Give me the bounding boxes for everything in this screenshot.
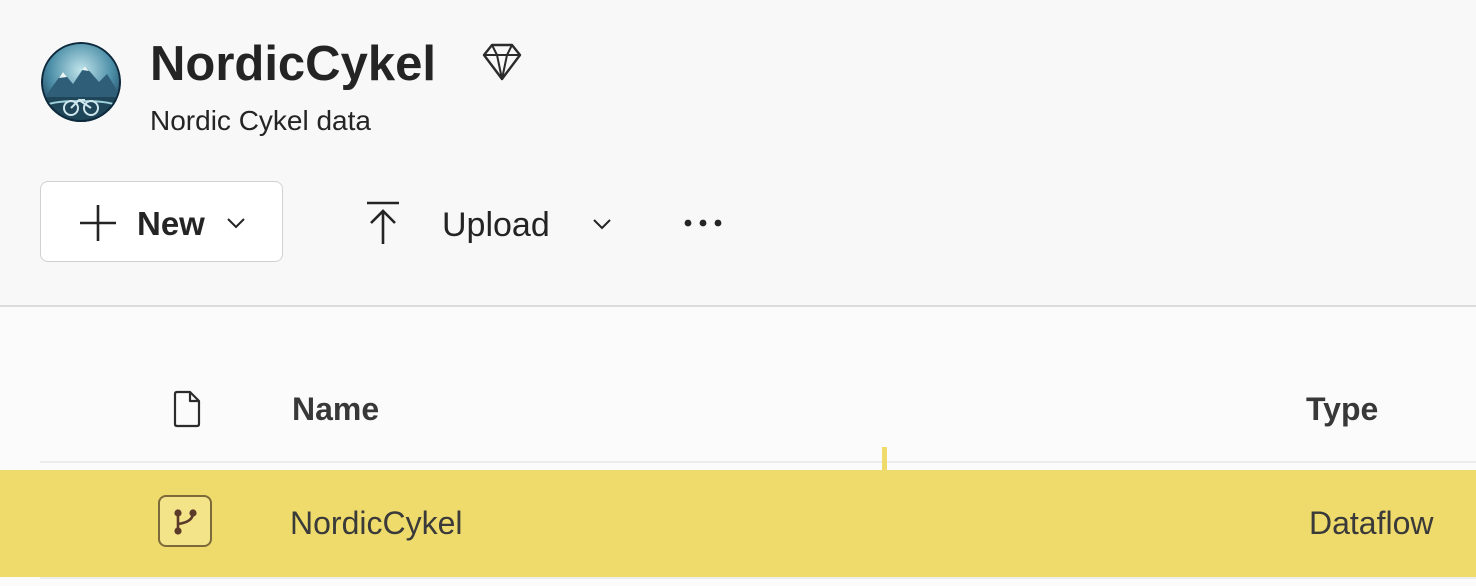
dataflow-icon <box>158 495 212 547</box>
column-header-name[interactable]: Name <box>292 389 379 429</box>
chevron-down-icon <box>591 213 613 235</box>
upload-button[interactable]: Upload <box>350 190 630 260</box>
diamond-icon[interactable] <box>480 42 524 82</box>
table-header-divider <box>40 461 1476 463</box>
upload-icon <box>365 200 401 246</box>
row-item-type: Dataflow <box>1309 505 1434 541</box>
new-button[interactable]: New <box>40 181 283 262</box>
file-icon <box>172 390 202 428</box>
more-icon[interactable] <box>680 205 726 241</box>
upload-button-label: Upload <box>442 206 550 244</box>
row-divider <box>40 577 1476 579</box>
chevron-down-icon <box>225 212 247 234</box>
workspace-title: NordicCykel <box>150 37 436 91</box>
workspace-description: Nordic Cykel data <box>150 105 371 136</box>
row-item-name[interactable]: NordicCykel <box>290 503 462 543</box>
workspace-header: NordicCykel Nordic Cykel data New Upload <box>0 0 1476 306</box>
table-row[interactable]: NordicCykel Dataflow <box>0 470 1476 577</box>
new-button-label: New <box>137 205 205 242</box>
plus-icon <box>78 203 118 243</box>
column-header-type[interactable]: Type <box>1306 389 1378 429</box>
workspace-avatar-icon <box>41 42 121 122</box>
